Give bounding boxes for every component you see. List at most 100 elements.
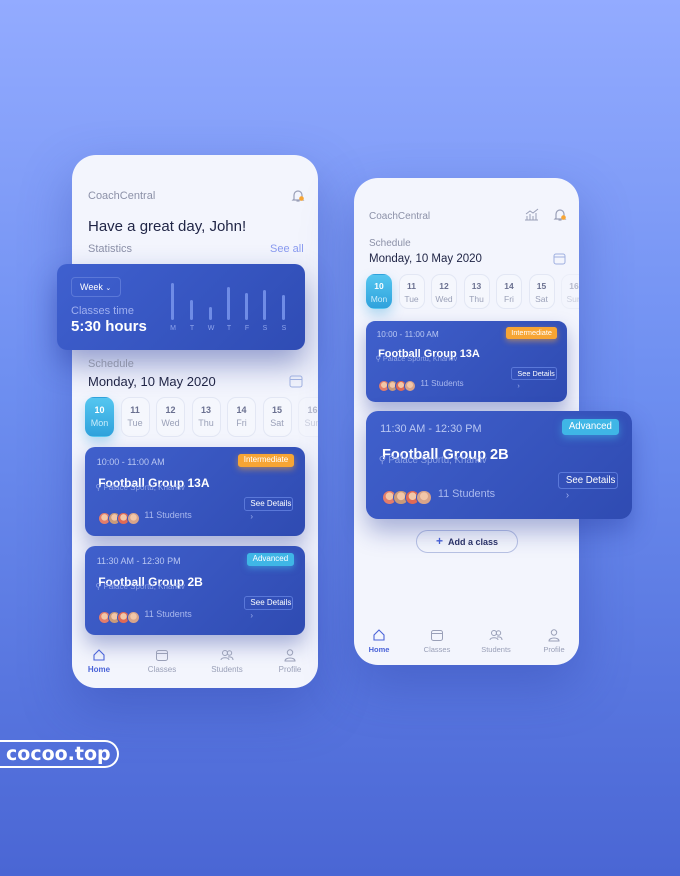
students-count: 11 Students (144, 609, 192, 620)
day-mon[interactable]: 10 Mon (85, 397, 114, 437)
schedule-date: Monday, 10 May 2020 (369, 253, 482, 265)
nav-students[interactable]: Students (471, 628, 521, 654)
class-location: ⚲ Palace Sportu, Kharkiv (95, 582, 184, 591)
see-details-label: See Details (517, 369, 555, 379)
day-wed[interactable]: 12 Wed (431, 274, 457, 309)
schedule-label: Schedule (369, 238, 411, 249)
nav-home[interactable]: Home (354, 628, 404, 654)
nav-classes[interactable]: Classes (137, 648, 187, 674)
add-class-button[interactable]: + Add a class (416, 530, 518, 553)
class-card[interactable]: 11:30 AM - 12:30 PM Advanced Football Gr… (366, 411, 633, 519)
schedule-label: Schedule (88, 358, 134, 370)
day-weekday: Wed (161, 418, 180, 429)
day-mon[interactable]: 10 Mon (366, 274, 392, 309)
day-weekday: Mon (370, 294, 388, 305)
day-fri[interactable]: 14 Fri (496, 274, 522, 309)
class-time: 10:00 - 11:00 AM (96, 456, 165, 467)
day-sun[interactable]: 16 Sun (561, 274, 582, 309)
see-all-link[interactable]: See all (270, 243, 304, 255)
day-weekday: Tue (404, 294, 419, 305)
day-thu[interactable]: 13 Thu (463, 274, 490, 309)
see-details-label: See Details (250, 598, 292, 608)
nav-profile[interactable]: Profile (529, 628, 579, 654)
day-tue[interactable]: 11 Tue (120, 397, 150, 437)
nav-label: Students (211, 665, 243, 674)
stat-bar (190, 300, 193, 320)
bell-icon[interactable] (291, 188, 305, 203)
day-thu[interactable]: 13 Thu (191, 397, 221, 437)
stat-bar (171, 283, 174, 320)
day-number: 12 (165, 405, 176, 416)
location-text: Palace Sportu, Kharkiv (382, 354, 458, 364)
home-icon (373, 629, 385, 641)
statistics-card: Week ⌄ Classes time 5:30 hours M T W T F S S (57, 264, 305, 350)
day-wed[interactable]: 12 Wed (156, 397, 185, 437)
day-weekday: Wed (435, 294, 453, 305)
stats-chart-icon[interactable] (524, 208, 539, 221)
chevron-right-icon: › (517, 380, 520, 390)
day-number: 11 (407, 281, 416, 292)
plus-icon: + (435, 534, 443, 548)
user-icon (284, 649, 296, 662)
day-sun[interactable]: 16 Sun (298, 397, 321, 437)
stat-bar (282, 295, 285, 320)
nav-students[interactable]: Students (202, 648, 252, 674)
day-number: 16 (307, 405, 318, 416)
see-details-label: See Details (565, 474, 616, 486)
stat-bar (209, 307, 212, 320)
class-card[interactable]: 10:00 - 11:00 AM Intermediate Football G… (366, 321, 568, 403)
day-weekday: Mon (90, 418, 109, 429)
day-weekday: Sat (270, 418, 284, 429)
day-weekday: Thu (198, 418, 214, 429)
day-number: 10 (374, 281, 384, 292)
nav-profile[interactable]: Profile (265, 648, 315, 674)
app-title: CoachCentral (369, 211, 431, 222)
nav-label: Students (481, 645, 511, 654)
day-number: 15 (536, 281, 547, 292)
calendar-icon (431, 630, 443, 641)
level-badge: Advanced (247, 552, 294, 566)
statistics-label: Statistics (88, 243, 133, 255)
see-details-button[interactable]: See Details › (558, 471, 619, 501)
see-details-button[interactable]: See Details › (243, 596, 294, 620)
stat-bar-label: S (262, 325, 268, 332)
day-fri[interactable]: 14 Fri (227, 397, 256, 437)
day-weekday: Sun (566, 294, 582, 305)
nav-label: Home (368, 645, 390, 654)
stat-bar-label: S (281, 325, 287, 332)
classes-time-value: 5:30 hours (71, 318, 147, 335)
bell-icon[interactable] (553, 207, 567, 222)
class-time: 11:30 AM - 12:30 PM (380, 422, 482, 435)
day-number: 15 (271, 405, 282, 416)
class-card[interactable]: 11:30 AM - 12:30 PM Advanced Football Gr… (85, 546, 305, 635)
day-number: 11 (130, 405, 140, 416)
watermark-logo: cocoo.top (0, 740, 119, 768)
day-tue[interactable]: 11 Tue (398, 274, 425, 309)
day-weekday: Thu (469, 294, 484, 305)
class-location: ⚲ Palace Sportu, Kharkiv (376, 354, 458, 363)
calendar-icon[interactable] (289, 374, 303, 388)
nav-label: Profile (278, 665, 302, 674)
nav-home[interactable]: Home (74, 648, 124, 674)
student-avatar (126, 512, 140, 525)
greeting: Have a great day, John! (88, 218, 247, 235)
day-weekday: Fri (236, 418, 247, 429)
location-text: Palace Sportu, Kharkiv (103, 582, 185, 592)
calendar-icon[interactable] (553, 252, 566, 265)
class-card[interactable]: 10:00 - 11:00 AM Intermediate Football G… (85, 447, 305, 536)
student-avatar (416, 489, 432, 506)
day-sat[interactable]: 15 Sat (262, 397, 292, 437)
class-time: 11:30 AM - 12:30 PM (96, 555, 181, 566)
see-details-button[interactable]: See Details › (243, 497, 294, 521)
nav-classes[interactable]: Classes (412, 628, 462, 654)
add-class-label: Add a class (448, 537, 499, 547)
location-text: Palace Sportu, Kharkiv (103, 483, 185, 493)
chevron-right-icon: › (565, 490, 570, 502)
chevron-right-icon: › (250, 611, 254, 621)
stat-bar-label: M (170, 325, 176, 332)
day-weekday: Sun (304, 418, 321, 429)
day-sat[interactable]: 15 Sat (528, 274, 555, 309)
see-details-button[interactable]: See Details › (511, 367, 557, 390)
nav-label: Classes (423, 645, 451, 654)
period-dropdown[interactable]: Week ⌄ (71, 277, 121, 297)
